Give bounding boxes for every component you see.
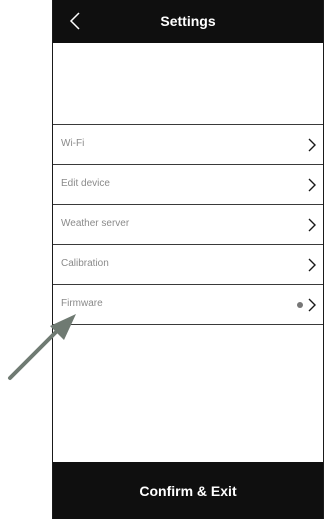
chevron-right-icon [308, 218, 316, 232]
phone-screen: Settings Wi-Fi Edit device Weather serve… [52, 0, 324, 519]
menu-item-edit-device[interactable]: Edit device [53, 165, 323, 205]
update-indicator-dot [297, 302, 303, 308]
screenshot-stage: Settings Wi-Fi Edit device Weather serve… [0, 0, 325, 519]
menu-item-firmware[interactable]: Firmware [53, 285, 323, 325]
chevron-right-icon [308, 178, 316, 192]
chevron-right-icon [308, 258, 316, 272]
menu-item-weather-server[interactable]: Weather server [53, 205, 323, 245]
chevron-right-icon [308, 138, 316, 152]
menu-item-label: Weather server [61, 218, 130, 229]
menu-item-calibration[interactable]: Calibration [53, 245, 323, 285]
menu-item-label: Wi-Fi [61, 138, 85, 149]
menu-item-wifi[interactable]: Wi-Fi [53, 125, 323, 165]
confirm-exit-button[interactable]: Confirm & Exit [53, 462, 323, 519]
page-title: Settings [160, 13, 216, 29]
chevron-right-icon [308, 298, 316, 312]
menu-item-label: Calibration [61, 258, 109, 269]
header-bar: Settings [53, 0, 323, 43]
menu-item-label: Edit device [61, 178, 110, 189]
settings-list: Wi-Fi Edit device Weather server Calibra… [53, 124, 323, 325]
menu-item-label: Firmware [61, 298, 103, 309]
